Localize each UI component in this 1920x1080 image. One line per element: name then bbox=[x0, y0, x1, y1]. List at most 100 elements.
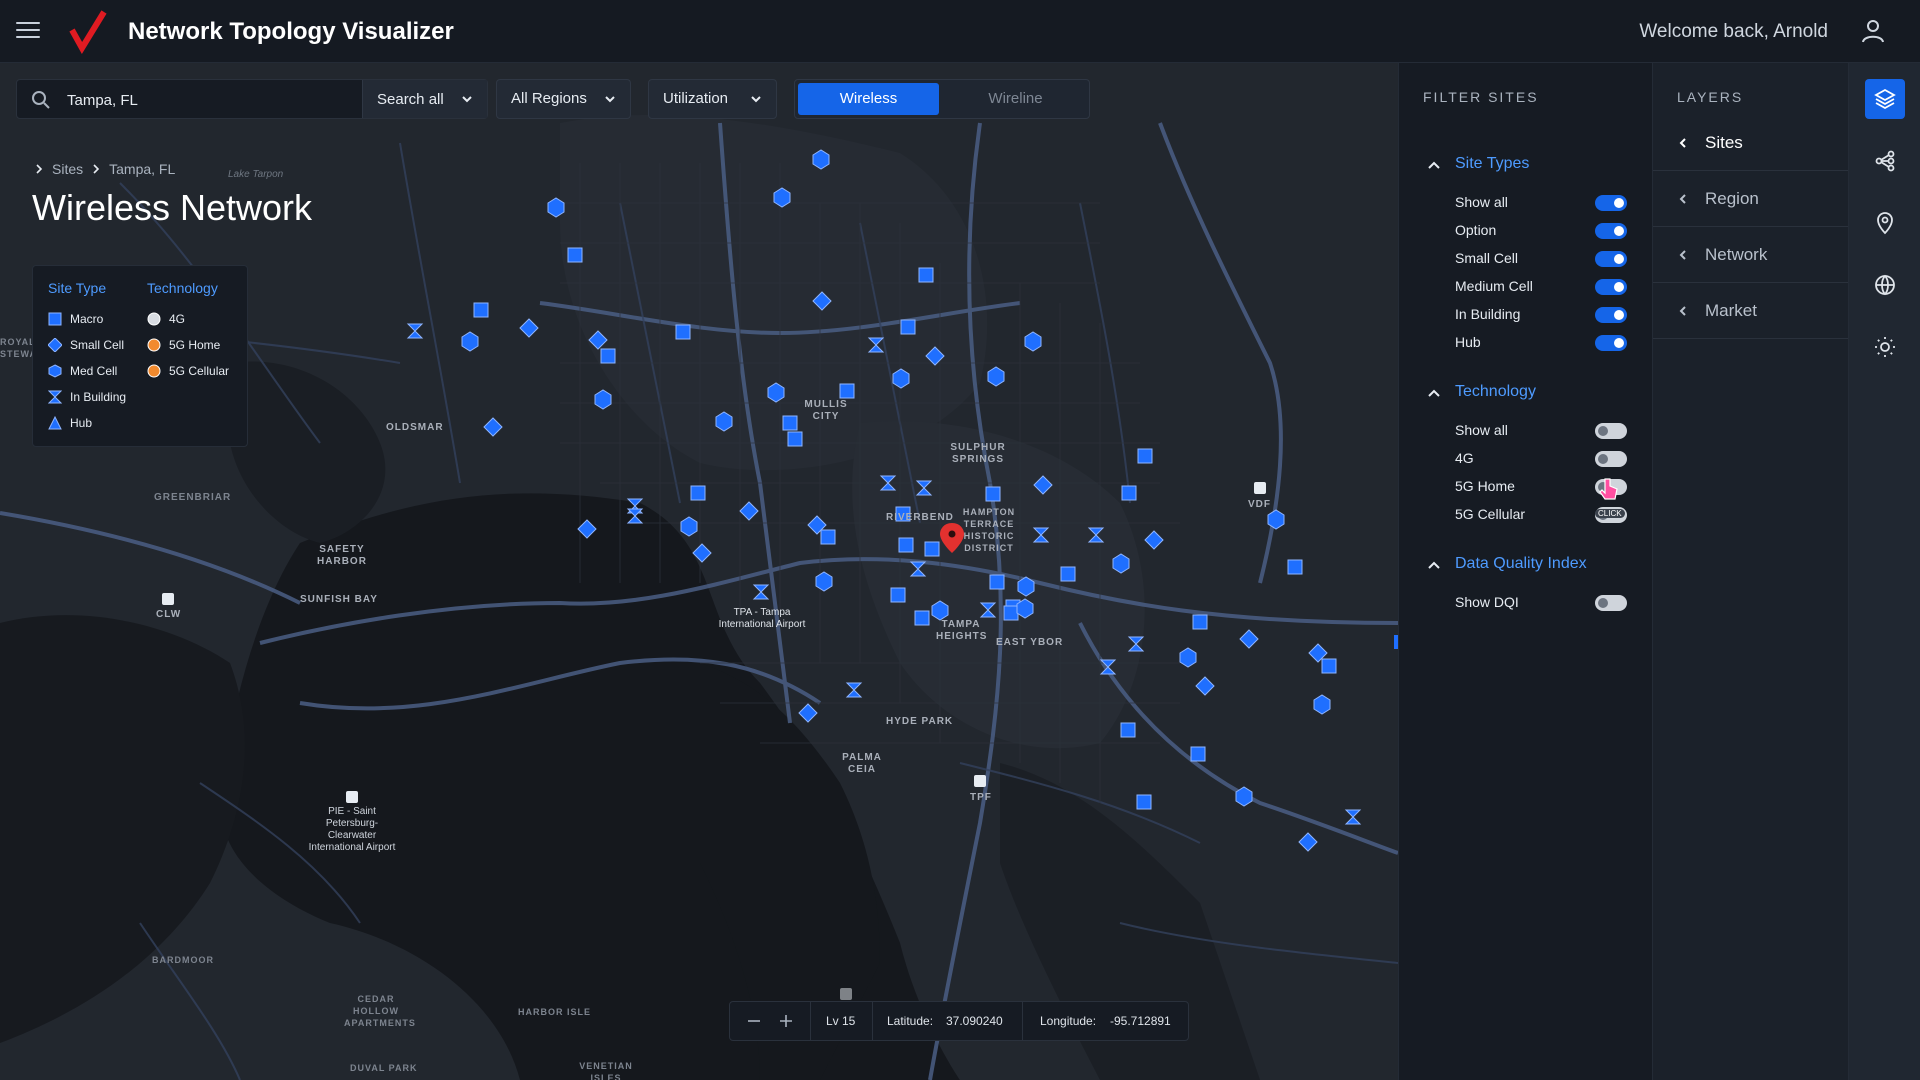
layers-panel-heading: LAYERS bbox=[1677, 89, 1744, 105]
toggle-site-show-all[interactable] bbox=[1595, 195, 1627, 211]
legend-item-hub: Hub bbox=[48, 416, 92, 430]
filter-label: 4G bbox=[1455, 450, 1474, 466]
map-legend: Site Type Technology Macro Small Cell Me… bbox=[32, 265, 248, 447]
chevron-left-icon bbox=[1679, 138, 1686, 148]
wireline-tab[interactable]: Wireline bbox=[945, 83, 1086, 115]
legend-item-macro: Macro bbox=[48, 312, 103, 326]
circle-icon bbox=[147, 312, 161, 326]
toggle-hub[interactable] bbox=[1595, 335, 1627, 351]
map-label-clw: CLW bbox=[156, 609, 182, 620]
click-hint: CLICK bbox=[1595, 509, 1625, 518]
layer-item-label: Market bbox=[1705, 301, 1757, 320]
toggle-medium-cell[interactable] bbox=[1595, 279, 1627, 295]
metric-dropdown[interactable]: Utilization bbox=[648, 79, 777, 119]
toggle-small-cell[interactable] bbox=[1595, 251, 1627, 267]
chevron-up-icon[interactable] bbox=[1427, 158, 1441, 172]
globe-icon bbox=[1875, 274, 1895, 296]
map-label-tpa-airport: TPA - Tampa International Airport bbox=[718, 607, 806, 630]
hourglass-icon bbox=[48, 390, 62, 404]
zoom-out-icon[interactable] bbox=[744, 1011, 764, 1031]
chevron-up-icon[interactable] bbox=[1427, 386, 1441, 400]
icon-rail bbox=[1848, 63, 1920, 1080]
filter-label: Show DQI bbox=[1455, 594, 1519, 610]
circle-icon bbox=[147, 364, 161, 378]
chevron-up-icon[interactable] bbox=[1427, 558, 1441, 572]
legend-site-type-title: Site Type bbox=[48, 280, 107, 296]
map-label-vdf: VDF bbox=[1248, 499, 1271, 510]
chevron-left-icon bbox=[1679, 250, 1686, 260]
layers-button[interactable] bbox=[1865, 79, 1905, 119]
toggle-in-building[interactable] bbox=[1595, 307, 1627, 323]
legend-item-in-building: In Building bbox=[48, 390, 126, 404]
legend-item-med-cell: Med Cell bbox=[48, 364, 117, 378]
map-label-venetian-isles: VENETIAN ISLES bbox=[579, 1061, 633, 1080]
latitude-label: Latitude: bbox=[887, 1014, 934, 1028]
zoom-in-icon[interactable] bbox=[776, 1011, 796, 1031]
section-data-quality-index[interactable]: Data Quality Index bbox=[1455, 555, 1587, 573]
layers-panel: LAYERS Sites Region Network Market bbox=[1652, 63, 1849, 1080]
layer-item-market[interactable]: Market bbox=[1653, 283, 1849, 339]
toggle-4g[interactable] bbox=[1595, 451, 1627, 467]
welcome-text: Welcome back, Arnold bbox=[1639, 21, 1828, 42]
map-label-east-ybor: EAST YBOR bbox=[996, 637, 1064, 648]
search-scope-dropdown[interactable]: Search all bbox=[362, 80, 487, 118]
filter-label: Show all bbox=[1455, 194, 1508, 210]
layer-item-region[interactable]: Region bbox=[1653, 171, 1849, 227]
filter-label: Option bbox=[1455, 222, 1497, 238]
layer-item-label: Sites bbox=[1705, 133, 1743, 152]
map-label-hyde-park: HYDE PARK bbox=[886, 716, 954, 727]
map-label-palma-ceia: PALMA CEIA bbox=[842, 752, 882, 775]
metric-dropdown-label: Utilization bbox=[663, 90, 729, 107]
latitude-value: 37.090240 bbox=[946, 1014, 1003, 1028]
wireless-tab[interactable]: Wireless bbox=[798, 83, 939, 115]
map-label-oldsmar: OLDSMAR bbox=[386, 422, 444, 433]
page-title: Wireless Network bbox=[32, 187, 313, 228]
filter-label: Medium Cell bbox=[1455, 278, 1533, 294]
map-label-mullis-city: MULLIS CITY bbox=[804, 399, 848, 422]
filter-panel-heading: FILTER SITES bbox=[1423, 89, 1539, 105]
filter-label: 5G Cellular bbox=[1455, 506, 1526, 522]
filter-label: In Building bbox=[1455, 306, 1521, 322]
map-canvas[interactable]: Lake Tarpon OLDSMAR GREENBRIAR SAFETY HA… bbox=[0, 63, 1398, 1080]
map-label-harbor-isle: HARBOR ISLE bbox=[518, 1007, 592, 1017]
chevron-left-icon bbox=[1679, 194, 1686, 204]
zoom-level: Lv 15 bbox=[826, 1014, 856, 1028]
map-label-pie-airport: PIE - Saint Petersburg-Clearwater Intern… bbox=[308, 806, 396, 853]
square-icon bbox=[48, 312, 62, 326]
toggle-tech-show-all[interactable] bbox=[1595, 423, 1627, 439]
search-input[interactable] bbox=[67, 88, 367, 112]
click-cursor-icon bbox=[1599, 478, 1618, 500]
toggle-show-dqi[interactable] bbox=[1595, 595, 1627, 611]
chevron-down-icon bbox=[462, 96, 472, 103]
location-button[interactable] bbox=[1865, 203, 1905, 243]
map-label-hampton-terrace: HAMPTON TERRACE HISTORIC DISTRICT bbox=[962, 507, 1016, 553]
search-scope-label: Search all bbox=[377, 90, 444, 108]
search-bar: Search all bbox=[16, 79, 488, 119]
section-site-types[interactable]: Site Types bbox=[1455, 155, 1529, 173]
map-label-duval-park: DUVAL PARK bbox=[350, 1063, 418, 1073]
layer-item-network[interactable]: Network bbox=[1653, 227, 1849, 283]
region-dropdown-label: All Regions bbox=[511, 90, 587, 107]
filter-label: Show all bbox=[1455, 422, 1508, 438]
hexagon-icon bbox=[48, 364, 62, 378]
longitude-label: Longitude: bbox=[1040, 1014, 1097, 1028]
topology-button[interactable] bbox=[1865, 141, 1905, 181]
globe-button[interactable] bbox=[1865, 265, 1905, 305]
region-dropdown[interactable]: All Regions bbox=[496, 79, 631, 119]
menu-icon[interactable] bbox=[16, 22, 40, 40]
location-pin-icon bbox=[1877, 212, 1893, 235]
map-label-cedar-hollow: CEDAR HOLLOW APARTMENTS bbox=[344, 994, 416, 1028]
toggle-option[interactable] bbox=[1595, 223, 1627, 239]
chevron-right-icon bbox=[93, 164, 100, 174]
filter-sites-panel: FILTER SITES Site Types Show all Option … bbox=[1398, 63, 1652, 1080]
user-icon[interactable] bbox=[1860, 18, 1886, 44]
layer-item-sites[interactable]: Sites bbox=[1653, 115, 1849, 171]
legend-technology-title: Technology bbox=[147, 280, 218, 296]
breadcrumb: Sites Tampa, FL bbox=[34, 161, 175, 177]
layers-icon bbox=[1874, 88, 1896, 110]
breadcrumb-sites[interactable]: Sites bbox=[52, 161, 83, 177]
search-icon bbox=[32, 91, 50, 109]
theme-button[interactable] bbox=[1865, 327, 1905, 367]
filter-label: 5G Home bbox=[1455, 478, 1515, 494]
section-technology[interactable]: Technology bbox=[1455, 383, 1536, 401]
